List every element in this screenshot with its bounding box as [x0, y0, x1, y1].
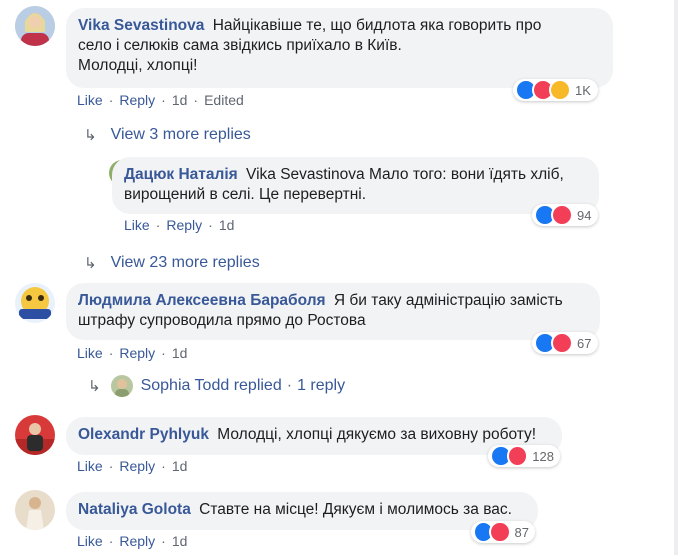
comment-text: вирощений в селі. Це перевертні.: [124, 186, 367, 203]
avatar-image: [15, 6, 55, 46]
comment-text: Молодці, хлопці дякуємо за виховну робот…: [217, 426, 537, 443]
avatar-image: [15, 490, 55, 530]
reaction-summary[interactable]: 128: [488, 445, 560, 467]
reply-arrow-icon: ↳: [84, 127, 97, 144]
comment-text: Ставте на місце! Дякуєм і молимось за ва…: [199, 501, 512, 518]
avatar[interactable]: [15, 490, 55, 530]
timestamp[interactable]: 1d: [172, 345, 188, 361]
reply-count[interactable]: 1 reply: [297, 377, 345, 395]
timestamp[interactable]: 1d: [172, 458, 188, 474]
comment-bubble: Людмила Алексеевна Бараболя Я би таку ад…: [66, 283, 600, 340]
haha-icon: [549, 79, 571, 101]
comment-actions: Like · Reply · 1d: [124, 217, 235, 233]
scrollbar-track[interactable]: [674, 0, 678, 555]
like-button[interactable]: Like: [77, 345, 103, 361]
view-more-replies-label[interactable]: View 3 more replies: [111, 126, 251, 144]
avatar[interactable]: [15, 283, 55, 323]
view-more-replies[interactable]: ↳ View 3 more replies: [84, 126, 251, 144]
love-icon: [489, 521, 511, 543]
author-name[interactable]: Людмила Алексеевна Бараболя: [78, 292, 326, 309]
comment-text: Я би таку адміністрацію замість: [333, 292, 563, 309]
reply-button[interactable]: Reply: [119, 92, 155, 108]
reaction-count: 67: [577, 335, 592, 351]
comment-bubble: Дацюк Наталія Vika Sevastinova Мало того…: [112, 157, 599, 214]
like-button[interactable]: Like: [77, 533, 103, 549]
timestamp[interactable]: 1d: [172, 92, 188, 108]
view-more-replies-label[interactable]: View 23 more replies: [111, 254, 260, 272]
comment-text: Найцікавіше те, що бидлота яка говорить …: [212, 17, 542, 34]
reaction-count: 94: [577, 207, 592, 223]
like-button[interactable]: Like: [77, 92, 103, 108]
reply-button[interactable]: Reply: [119, 345, 155, 361]
avatar: [110, 375, 133, 397]
view-more-replies[interactable]: ↳ View 23 more replies: [84, 254, 260, 272]
comment-text: штрафу супроводила прямо до Ростова: [78, 312, 366, 329]
love-icon: [551, 332, 573, 354]
comment-text: Мало того: вони їдять хліб,: [368, 166, 564, 183]
reply-button[interactable]: Reply: [166, 217, 202, 233]
reply-arrow-icon: ↳: [84, 255, 97, 272]
like-button[interactable]: Like: [77, 458, 103, 474]
comment-bubble: Vika Sevastinova Найцікавіше те, що бидл…: [66, 8, 613, 88]
reply-arrow-icon: ↳: [88, 378, 101, 395]
love-icon: [551, 204, 573, 226]
comment-bubble: Olexandr Pyhlyuk Молодці, хлопці дякуємо…: [66, 417, 562, 455]
reply-button[interactable]: Reply: [119, 533, 155, 549]
comment-actions: Like · Reply · 1d: [77, 345, 188, 361]
author-name[interactable]: Nataliya Golota: [78, 501, 191, 518]
comment-actions: Like · Reply · 1d · Edited: [77, 92, 244, 108]
reaction-summary[interactable]: 94: [532, 204, 598, 226]
author-name[interactable]: Дацюк Наталія: [124, 166, 238, 183]
comment-text: село і селюків сама звідкись приїхало в …: [78, 37, 402, 54]
avatar-image: [110, 375, 133, 397]
comment-actions: Like · Reply · 1d: [77, 533, 188, 549]
comment-text: Молодці, хлопці!: [78, 57, 198, 74]
reaction-count: 87: [514, 524, 529, 540]
comment-bubble: Nataliya Golota Ставте на місце! Дякуєм …: [66, 492, 538, 530]
timestamp[interactable]: 1d: [219, 217, 235, 233]
like-button[interactable]: Like: [124, 217, 150, 233]
avatar[interactable]: [15, 6, 55, 46]
avatar-image: [15, 415, 55, 455]
edited-label[interactable]: Edited: [204, 92, 244, 108]
replied-user[interactable]: Sophia Todd replied: [141, 377, 282, 395]
avatar[interactable]: [15, 415, 55, 455]
replied-summary[interactable]: ↳ Sophia Todd replied · 1 reply: [88, 375, 345, 397]
separator-dot: ·: [286, 377, 293, 394]
author-name[interactable]: Vika Sevastinova: [78, 17, 204, 34]
love-icon: [506, 445, 529, 467]
reaction-count: 128: [532, 448, 554, 464]
reaction-count: 1K: [575, 82, 591, 98]
mention[interactable]: Vika Sevastinova: [246, 166, 365, 183]
reaction-summary[interactable]: 67: [532, 332, 598, 354]
reaction-summary[interactable]: 87: [471, 521, 535, 543]
reply-button[interactable]: Reply: [119, 458, 155, 474]
author-name[interactable]: Olexandr Pyhlyuk: [78, 426, 209, 443]
comment-actions: Like · Reply · 1d: [77, 458, 188, 474]
timestamp[interactable]: 1d: [172, 533, 188, 549]
avatar-image: [15, 283, 55, 323]
reaction-summary[interactable]: 1K: [513, 79, 598, 101]
